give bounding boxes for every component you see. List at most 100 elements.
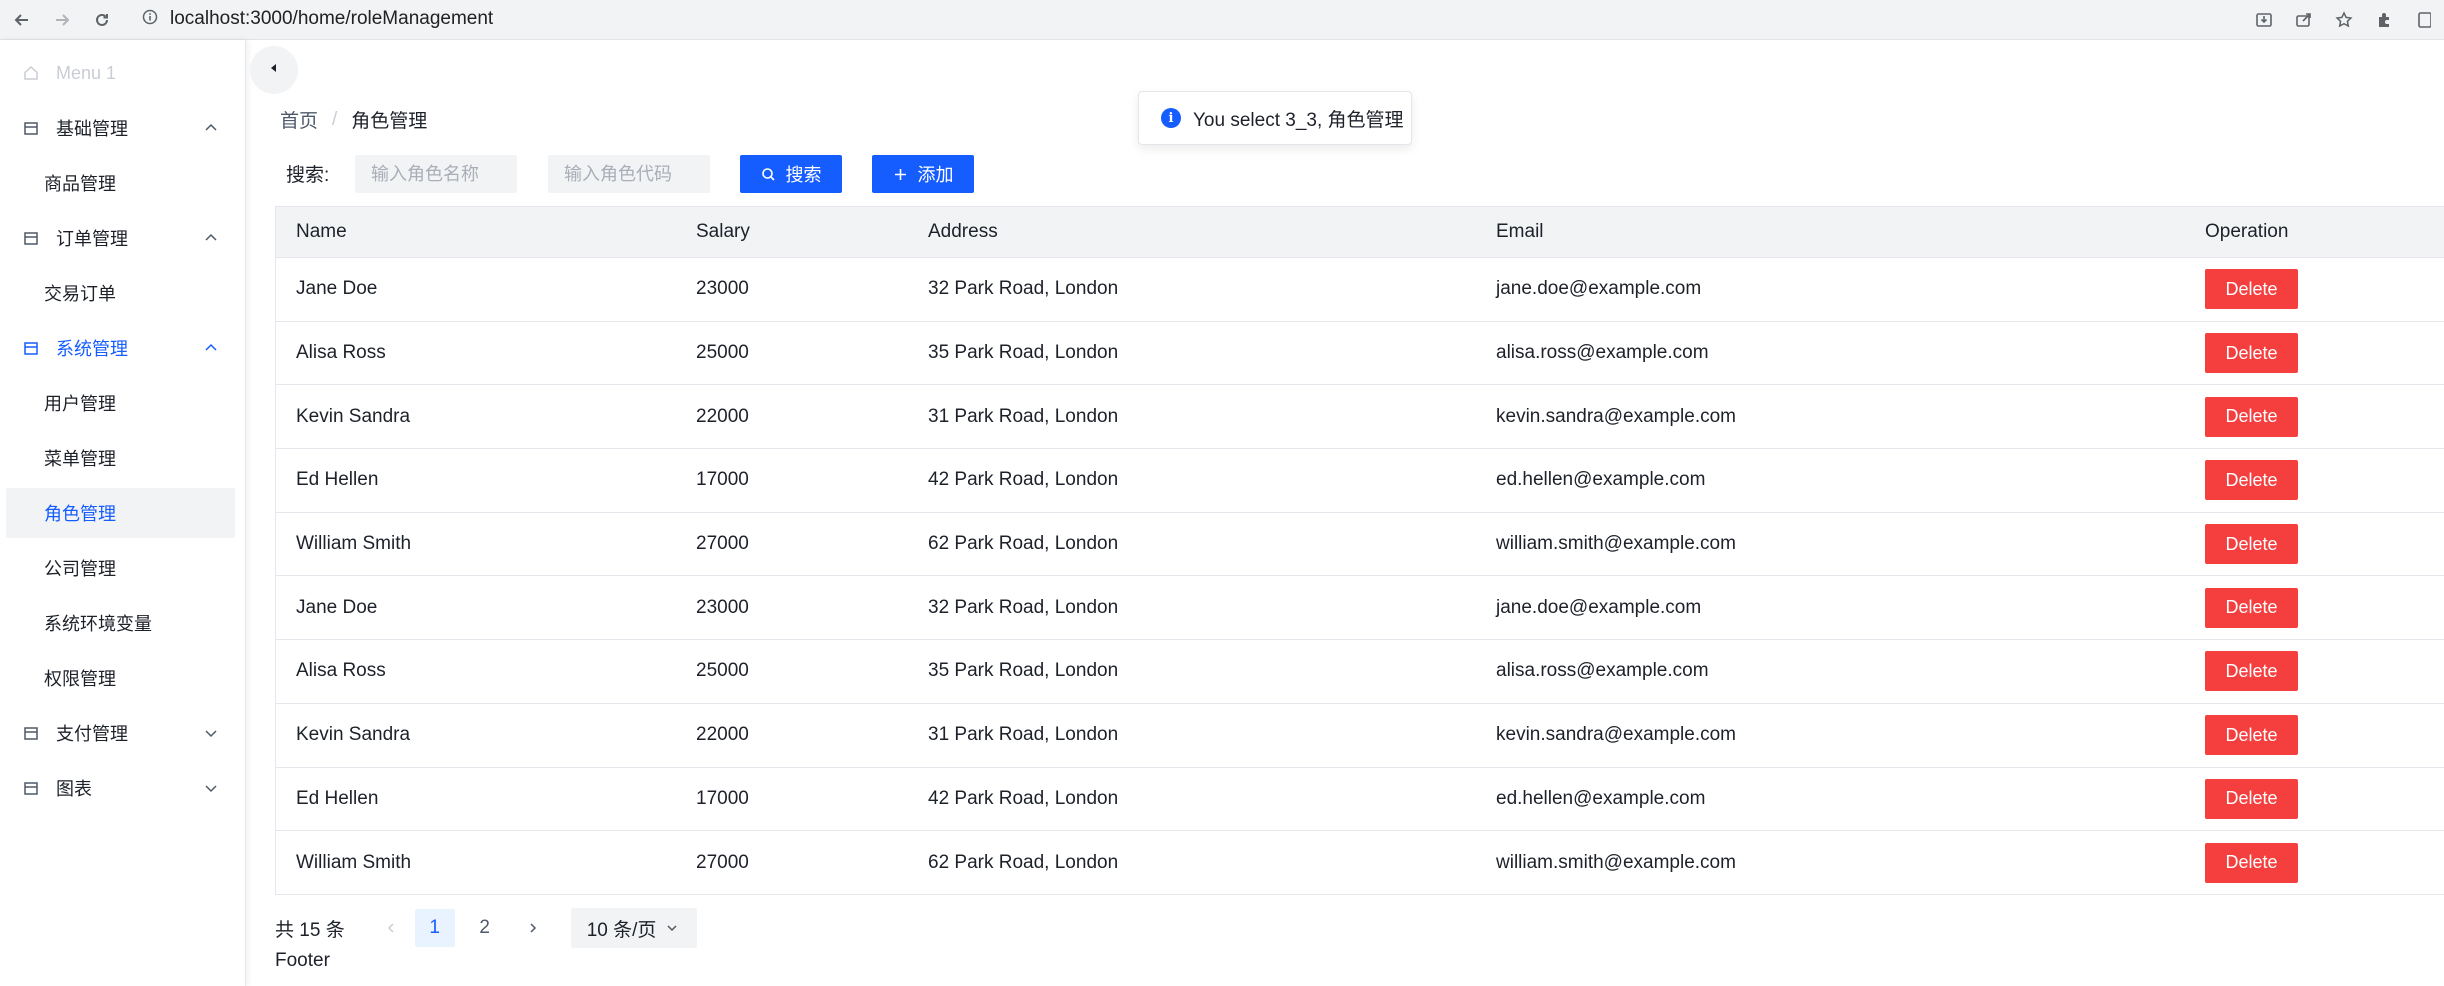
table-row: Alisa Ross 25000 35 Park Road, London al…: [276, 640, 2444, 704]
cell-salary: 27000: [696, 533, 749, 555]
delete-button[interactable]: Delete: [2205, 778, 2298, 819]
delete-button[interactable]: Delete: [2205, 460, 2298, 501]
table-row: Jane Doe 23000 32 Park Road, London jane…: [276, 258, 2444, 322]
cell-salary: 27000: [696, 851, 749, 873]
header-email: Email: [1496, 221, 1544, 242]
cell-operation: Delete: [2205, 831, 2298, 894]
install-icon[interactable]: [2244, 6, 2284, 34]
search-button[interactable]: 搜索: [740, 155, 842, 193]
header-name: Name: [296, 221, 347, 242]
sidebar-group-charts[interactable]: 图表: [6, 763, 235, 813]
sidebar-group-orders[interactable]: 订单管理: [6, 213, 235, 263]
sidebar-item-users[interactable]: 用户管理: [6, 378, 235, 428]
cell-operation: Delete: [2205, 258, 2298, 321]
role-code-input[interactable]: [548, 155, 710, 193]
cell-address: 42 Park Road, London: [928, 787, 1119, 809]
sidebar-item-label: 公司管理: [44, 559, 116, 579]
delete-button[interactable]: Delete: [2205, 396, 2298, 437]
table-row: Ed Hellen 17000 42 Park Road, London ed.…: [276, 767, 2444, 832]
cell-email: ed.hellen@example.com: [1496, 469, 1706, 491]
sidebar-group-label: 支付管理: [56, 724, 128, 744]
sidebar-item-menus[interactable]: 菜单管理: [6, 433, 235, 483]
cell-salary: 23000: [696, 596, 749, 618]
sidebar-item-label: 角色管理: [44, 504, 116, 524]
home-icon: [20, 62, 42, 84]
chevron-left-icon[interactable]: [373, 910, 409, 946]
page-2-button[interactable]: 2: [465, 909, 505, 947]
sidebar: Menu 1 基础管理 商品管理 订单管理 交易订单 系统管理 用户管理 菜单管…: [0, 40, 246, 986]
cell-address: 35 Park Road, London: [928, 660, 1119, 682]
breadcrumb-home[interactable]: 首页: [280, 106, 318, 133]
cell-name: Kevin Sandra: [296, 724, 411, 746]
sidebar-item-companies[interactable]: 公司管理: [6, 543, 235, 593]
sidebar-item-label: Menu 1: [56, 62, 117, 83]
star-icon[interactable]: [2324, 6, 2364, 34]
roles-table: Name Salary Address Email Operation Jane…: [275, 206, 2444, 895]
delete-button[interactable]: Delete: [2205, 269, 2298, 310]
cell-salary: 17000: [696, 787, 749, 809]
info-icon: i: [1161, 108, 1181, 128]
site-info-icon[interactable]: [142, 9, 158, 30]
delete-button[interactable]: Delete: [2205, 651, 2298, 692]
cell-email: kevin.sandra@example.com: [1496, 724, 1737, 746]
table-row: William Smith 27000 62 Park Road, London…: [276, 831, 2444, 895]
pagination: 共 15 条 1 2 10 条/页: [275, 908, 697, 948]
forward-icon[interactable]: [48, 6, 76, 34]
cell-operation: Delete: [2205, 704, 2298, 767]
sidebar-group-system[interactable]: 系统管理: [6, 323, 235, 373]
table-row: William Smith 27000 62 Park Road, London…: [276, 512, 2444, 577]
page-size-select[interactable]: 10 条/页: [570, 908, 697, 948]
calendar-icon: [20, 227, 42, 249]
cell-address: 31 Park Road, London: [928, 724, 1119, 746]
cell-name: William Smith: [296, 851, 412, 873]
cell-name: Kevin Sandra: [296, 405, 411, 427]
header-salary: Salary: [696, 221, 750, 242]
address-bar[interactable]: localhost:3000/home/roleManagement: [130, 3, 2380, 35]
delete-button[interactable]: Delete: [2205, 842, 2298, 883]
sidebar-group-label: 图表: [56, 779, 92, 799]
sidebar-item-trade-orders[interactable]: 交易订单: [6, 268, 235, 318]
sidepanel-icon[interactable]: [2404, 6, 2444, 34]
calendar-icon: [20, 777, 42, 799]
reload-icon[interactable]: [88, 6, 116, 34]
delete-button[interactable]: Delete: [2205, 715, 2298, 756]
url-text: localhost:3000/home/roleManagement: [170, 8, 494, 29]
sidebar-item-env-vars[interactable]: 系统环境变量: [6, 598, 235, 648]
calendar-icon: [20, 722, 42, 744]
sidebar-group-basic[interactable]: 基础管理: [6, 103, 235, 153]
share-icon[interactable]: [2284, 6, 2324, 34]
chevron-down-icon: [201, 778, 221, 798]
browser-toolbar: localhost:3000/home/roleManagement: [0, 0, 2444, 40]
cell-operation: Delete: [2205, 322, 2298, 385]
role-name-input[interactable]: [355, 155, 517, 193]
chevron-right-icon[interactable]: [515, 910, 551, 946]
extensions-icon[interactable]: [2364, 6, 2404, 34]
add-button[interactable]: 添加: [872, 155, 974, 193]
sidebar-item-permissions[interactable]: 权限管理: [6, 653, 235, 703]
page-1-button[interactable]: 1: [414, 909, 455, 947]
cell-operation: Delete: [2205, 576, 2298, 639]
back-icon[interactable]: [8, 6, 36, 34]
sidebar-item-products[interactable]: 商品管理: [6, 158, 235, 208]
table-row: Kevin Sandra 22000 31 Park Road, London …: [276, 385, 2444, 450]
cell-salary: 22000: [696, 724, 749, 746]
sidebar-item-roles[interactable]: 角色管理: [6, 488, 235, 538]
cell-salary: 25000: [696, 342, 749, 364]
cell-name: Alisa Ross: [296, 342, 386, 364]
toast-message: i You select 3_3, 角色管理: [1138, 91, 1412, 145]
sidebar-group-payment[interactable]: 支付管理: [6, 708, 235, 758]
cell-name: Alisa Ross: [296, 660, 386, 682]
cell-email: jane.doe@example.com: [1496, 278, 1702, 300]
cell-address: 42 Park Road, London: [928, 469, 1119, 491]
delete-button[interactable]: Delete: [2205, 333, 2298, 374]
chevron-up-icon: [201, 118, 221, 138]
chevron-up-icon: [201, 228, 221, 248]
cell-email: william.smith@example.com: [1496, 533, 1736, 555]
delete-button[interactable]: Delete: [2205, 587, 2298, 628]
sidebar-group-label: 基础管理: [56, 119, 128, 139]
sidebar-collapse-button[interactable]: [250, 46, 298, 94]
delete-button[interactable]: Delete: [2205, 524, 2298, 565]
sidebar-group-label: 系统管理: [56, 339, 128, 359]
cell-operation: Delete: [2205, 385, 2298, 448]
sidebar-group-label: 订单管理: [56, 229, 128, 249]
